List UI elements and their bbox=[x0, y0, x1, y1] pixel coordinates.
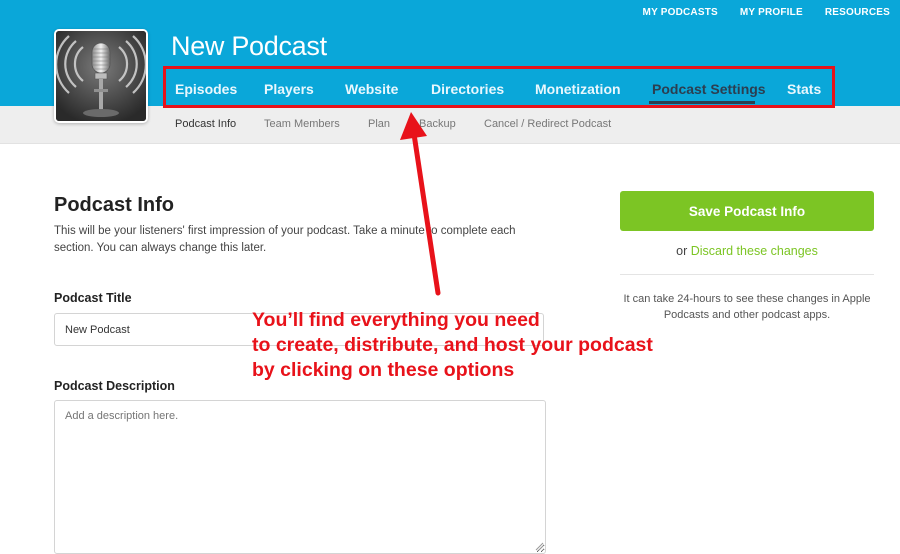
save-podcast-info-button[interactable]: Save Podcast Info bbox=[620, 191, 874, 231]
annotation-line: You’ll find everything you need bbox=[252, 309, 540, 331]
discard-line: or Discard these changes bbox=[620, 244, 874, 258]
discard-prefix: or bbox=[676, 244, 691, 258]
tab-episodes[interactable]: Episodes bbox=[175, 81, 237, 97]
discard-changes-link[interactable]: Discard these changes bbox=[691, 244, 818, 258]
annotation-callout: You’ll find everything you need to creat… bbox=[252, 308, 752, 383]
active-tab-indicator bbox=[649, 101, 755, 104]
podcast-cover-image[interactable] bbox=[54, 29, 148, 123]
section-description: This will be your listeners' first impre… bbox=[54, 225, 516, 254]
tab-monetization[interactable]: Monetization bbox=[535, 81, 621, 97]
subtab-podcast-info[interactable]: Podcast Info bbox=[175, 118, 236, 130]
podcast-title-label: Podcast Title bbox=[54, 291, 132, 305]
my-profile-link[interactable]: MY PROFILE bbox=[740, 7, 803, 18]
microphone-icon bbox=[56, 31, 146, 121]
tab-website[interactable]: Website bbox=[345, 81, 398, 97]
subtab-plan[interactable]: Plan bbox=[368, 118, 390, 130]
my-podcasts-link[interactable]: MY PODCASTS bbox=[643, 7, 718, 18]
subtab-team-members[interactable]: Team Members bbox=[264, 118, 340, 130]
podcast-description-label: Podcast Description bbox=[54, 379, 175, 393]
tab-directories[interactable]: Directories bbox=[431, 81, 504, 97]
sidebar-divider bbox=[620, 274, 874, 275]
annotation-line: by clicking on these options bbox=[252, 359, 515, 381]
tab-podcast-settings[interactable]: Podcast Settings bbox=[652, 81, 766, 97]
resources-link[interactable]: RESOURCES bbox=[825, 7, 890, 18]
tab-players[interactable]: Players bbox=[264, 81, 314, 97]
podcast-title: New Podcast bbox=[171, 31, 327, 61]
section-title: Podcast Info bbox=[54, 194, 175, 216]
subtab-cancel-redirect[interactable]: Cancel / Redirect Podcast bbox=[484, 118, 611, 130]
resize-handle-icon[interactable] bbox=[534, 541, 544, 551]
annotation-line: to create, distribute, and host your pod… bbox=[252, 334, 653, 356]
podcast-description-input[interactable] bbox=[54, 400, 546, 554]
subtab-backup[interactable]: Backup bbox=[419, 118, 456, 130]
top-links: MY PODCASTS MY PROFILE RESOURCES bbox=[643, 7, 890, 18]
tab-stats[interactable]: Stats bbox=[787, 81, 821, 97]
